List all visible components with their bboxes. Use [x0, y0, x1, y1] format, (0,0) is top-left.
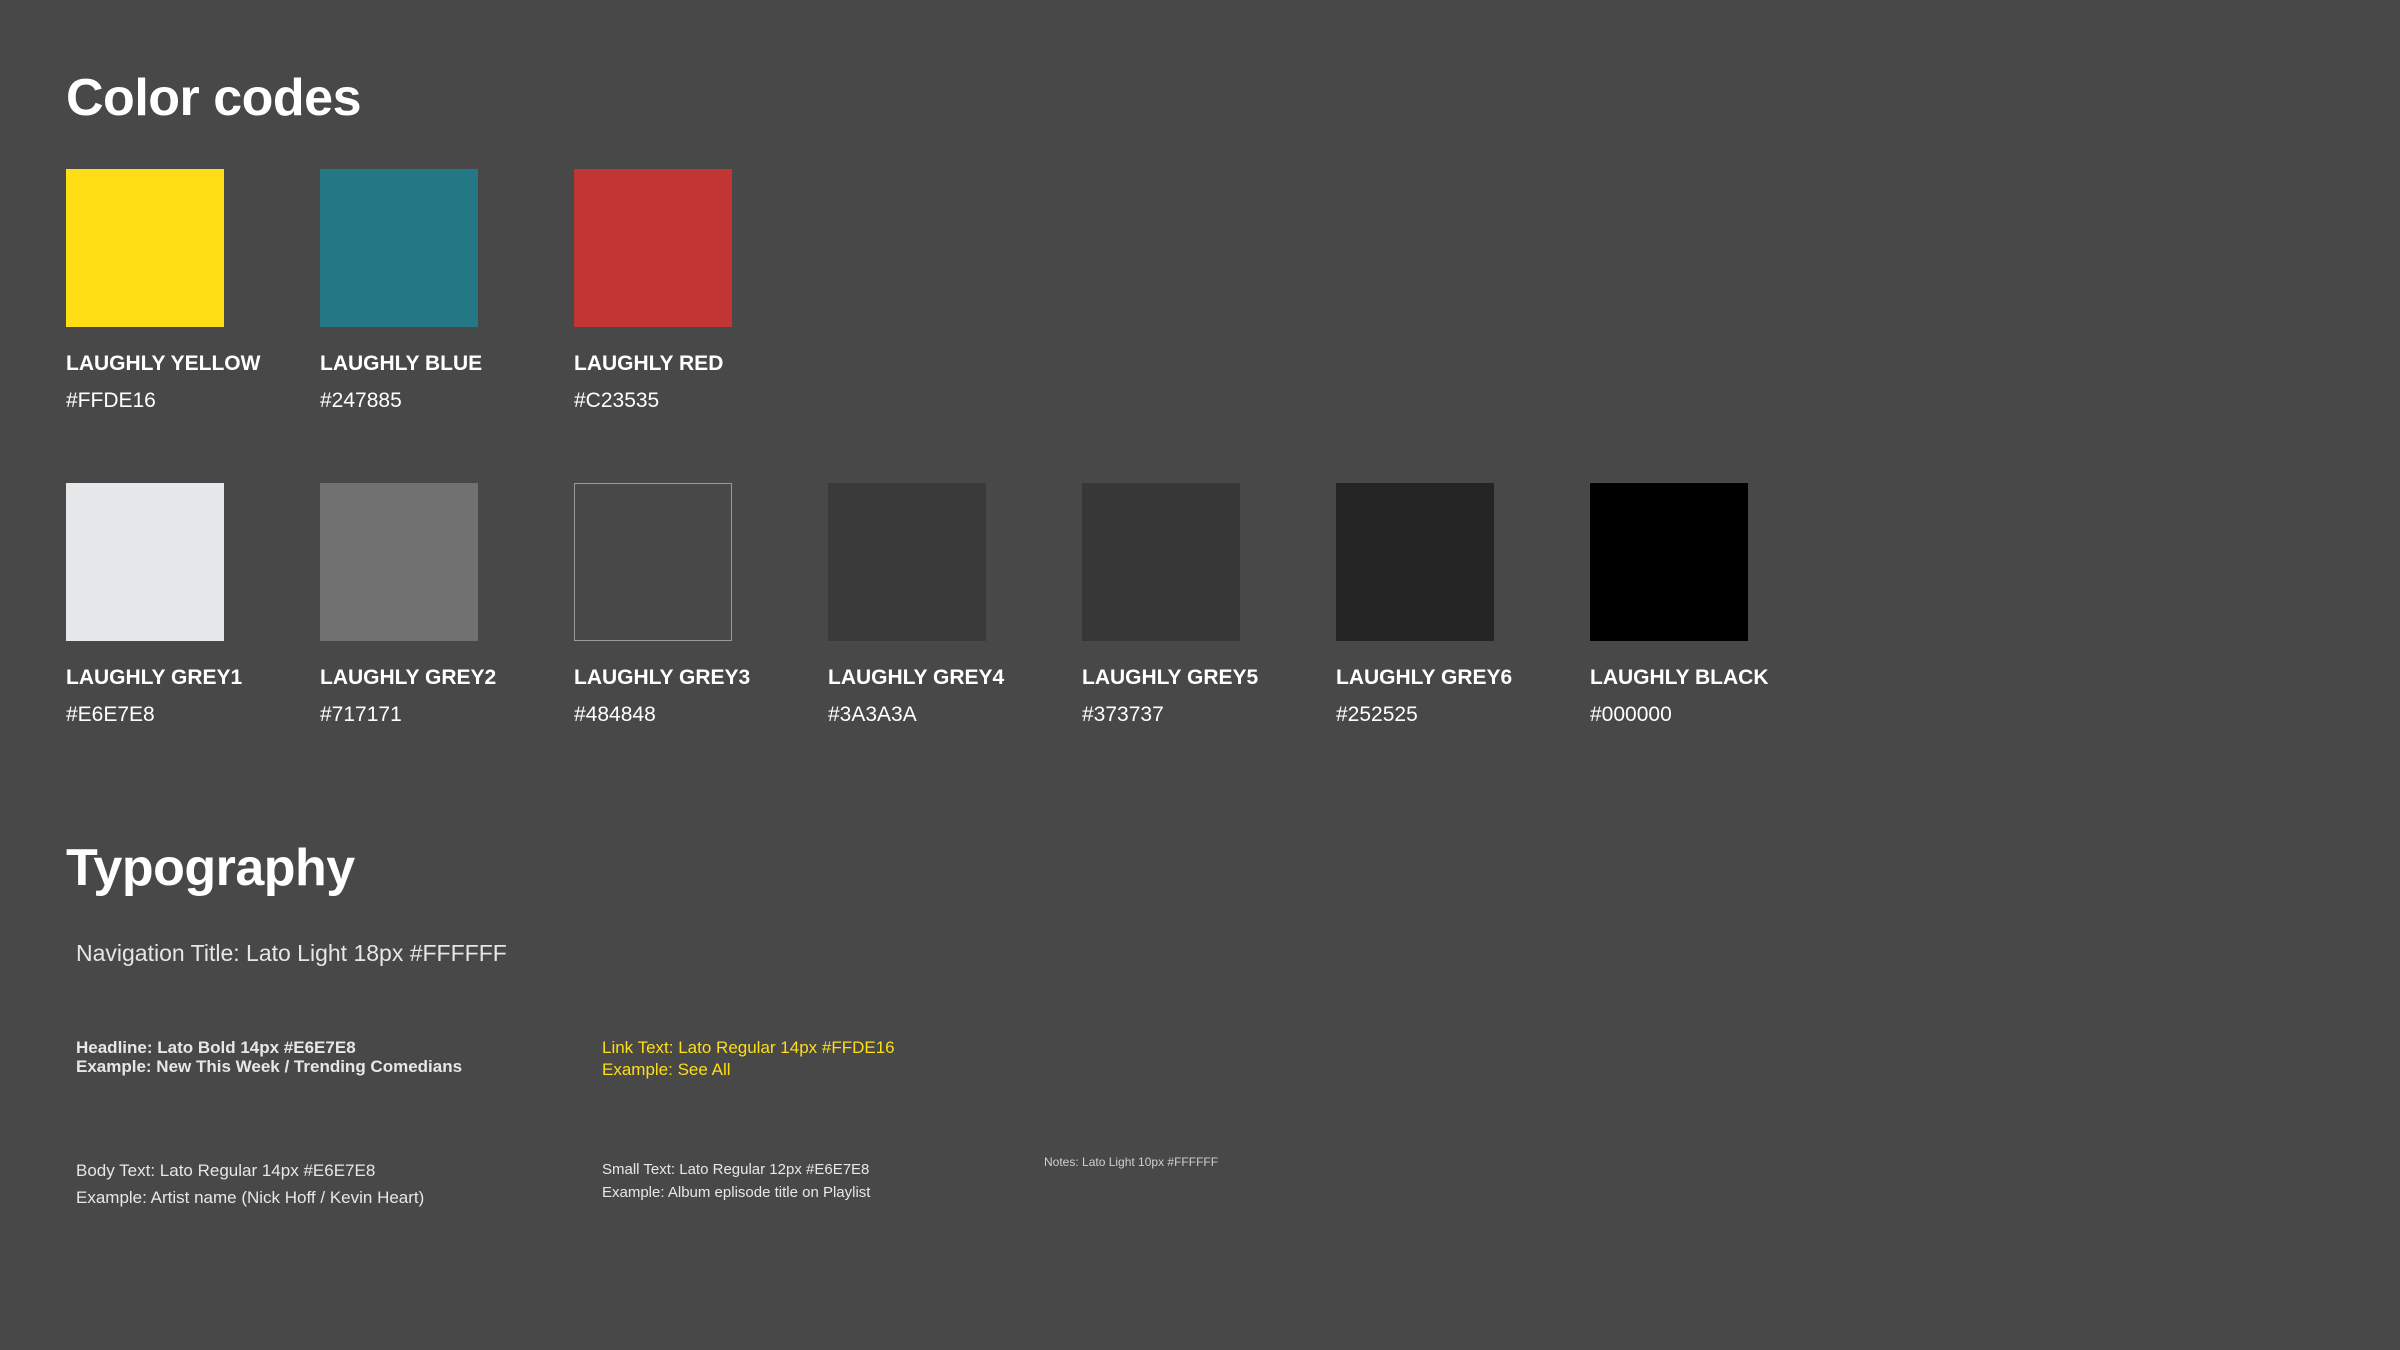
swatch-item-blue: LAUGHLY BLUE #247885 [320, 169, 483, 412]
headline-example: Example: New This Week / Trending Comedi… [76, 1057, 463, 1076]
grey-colors-row: LAUGHLY GREY1 #E6E7E8 LAUGHLY GREY2 #717… [66, 483, 1769, 726]
swatch-hex: #484848 [574, 703, 656, 726]
link-text-spec: Link Text: Lato Regular 14px #FFDE16 [602, 1038, 895, 1057]
headline-spec: Headline: Lato Bold 14px #E6E7E8 [76, 1038, 356, 1057]
swatch-item-grey5: LAUGHLY GREY5 #373737 [1082, 483, 1259, 726]
swatch-item-grey3: LAUGHLY GREY3 #484848 [574, 483, 751, 726]
swatch-hex: #717171 [320, 703, 402, 726]
small-text-spec: Small Text: Lato Regular 12px #E6E7E8 [602, 1161, 870, 1178]
swatch-item-grey2: LAUGHLY GREY2 #717171 [320, 483, 497, 726]
color-swatch-blue [320, 169, 478, 327]
swatch-name: LAUGHLY GREY3 [574, 666, 751, 689]
color-swatch-grey5 [1082, 483, 1240, 641]
color-swatch-grey4 [828, 483, 986, 641]
color-swatch-black [1590, 483, 1748, 641]
swatch-item-red: LAUGHLY RED #C23535 [574, 169, 732, 411]
swatch-name: LAUGHLY BLACK [1590, 666, 1769, 689]
headline-sample: Headline: Lato Bold 14px #E6E7E8 Example… [76, 1038, 462, 1076]
swatch-name: LAUGHLY GREY5 [1082, 666, 1259, 689]
swatch-item-yellow: LAUGHLY YELLOW #FFDE16 [66, 169, 261, 412]
notes-text-sample: Notes: Lato Light 10px #FFFFFF [1044, 1155, 1219, 1169]
body-text-sample: Body Text: Lato Regular 14px #E6E7E8 Exa… [76, 1157, 424, 1211]
swatch-hex: #373737 [1082, 703, 1164, 726]
typography-title: Typography [66, 839, 355, 897]
swatch-hex: #E6E7E8 [66, 703, 155, 726]
swatch-name: LAUGHLY GREY2 [320, 666, 497, 689]
body-text-spec: Body Text: Lato Regular 14px #E6E7E8 [76, 1161, 376, 1180]
color-swatch-grey3 [574, 483, 732, 641]
nav-title-sample: Navigation Title: Lato Light 18px #FFFFF… [76, 940, 507, 966]
swatch-hex: #3A3A3A [828, 703, 917, 726]
swatch-item-grey4: LAUGHLY GREY4 #3A3A3A [828, 483, 1005, 726]
swatch-name: LAUGHLY YELLOW [66, 352, 261, 375]
swatch-item-grey1: LAUGHLY GREY1 #E6E7E8 [66, 483, 243, 726]
swatch-name: LAUGHLY GREY1 [66, 666, 243, 689]
body-text-example: Example: Artist name (Nick Hoff / Kevin … [76, 1188, 425, 1207]
swatch-hex: #252525 [1336, 703, 1418, 726]
color-swatch-grey1 [66, 483, 224, 641]
swatch-item-black: LAUGHLY BLACK #000000 [1590, 483, 1769, 726]
link-text-sample: Link Text: Lato Regular 14px #FFDE16 Exa… [602, 1037, 895, 1081]
color-swatch-grey2 [320, 483, 478, 641]
swatch-name: LAUGHLY BLUE [320, 352, 483, 375]
color-swatch-red [574, 169, 732, 327]
primary-colors-row: LAUGHLY YELLOW #FFDE16 LAUGHLY BLUE #247… [66, 169, 732, 411]
small-text-example: Example: Album eplisode title on Playlis… [602, 1184, 871, 1201]
small-text-sample: Small Text: Lato Regular 12px #E6E7E8 Ex… [602, 1158, 870, 1204]
color-codes-title: Color codes [66, 69, 362, 127]
swatch-item-grey6: LAUGHLY GREY6 #252525 [1336, 483, 1513, 726]
swatch-name: LAUGHLY RED [574, 352, 724, 375]
swatch-name: LAUGHLY GREY4 [828, 666, 1005, 689]
style-guide-page: Color codes LAUGHLY YELLOW #FFDE16 LAUGH… [0, 0, 2400, 1350]
link-text-example: Example: See All [602, 1060, 731, 1079]
swatch-hex: #247885 [320, 389, 402, 412]
swatch-hex: #FFDE16 [66, 389, 156, 412]
color-swatch-grey6 [1336, 483, 1494, 641]
swatch-hex: #000000 [1590, 703, 1672, 726]
color-swatch-yellow [66, 169, 224, 327]
swatch-hex: #C23535 [574, 389, 660, 412]
swatch-name: LAUGHLY GREY6 [1336, 666, 1513, 689]
